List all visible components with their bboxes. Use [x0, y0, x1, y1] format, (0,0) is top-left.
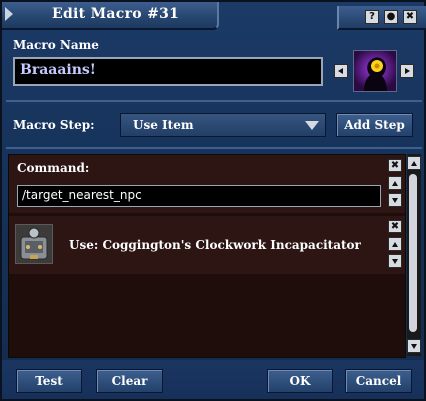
step-command-row[interactable]: Command: /target_nearest_npc ✖ [9, 155, 405, 213]
head-gear-icon [354, 51, 396, 91]
title-tab: Edit Macro #31 [2, 2, 219, 30]
arrow-up-icon [392, 242, 398, 247]
title-buttons: ? ● ✖ [337, 6, 426, 30]
macro-step-select[interactable]: Use Item [120, 113, 326, 137]
clear-button[interactable]: Clear [96, 369, 163, 393]
close-button[interactable]: ✖ [403, 10, 417, 24]
macro-name-label: Macro Name [13, 38, 99, 52]
remove-step-button[interactable]: ✖ [388, 159, 402, 172]
footer-bar: Test Clear OK Cancel [2, 360, 424, 399]
arrow-up-icon [411, 161, 417, 166]
arrow-down-icon [392, 259, 398, 264]
chevron-down-icon [305, 121, 319, 130]
icon-prev-button[interactable] [334, 64, 348, 78]
command-label: Command: [17, 161, 90, 175]
arrow-left-icon [338, 68, 343, 74]
macro-step-label: Macro Step: [13, 118, 95, 132]
arrow-up-icon [392, 181, 398, 186]
ok-button[interactable]: OK [267, 369, 333, 393]
arrow-down-icon [411, 344, 417, 349]
icon-next-button[interactable] [400, 64, 414, 78]
minimize-button[interactable]: ● [384, 10, 398, 24]
remove-step-button[interactable]: ✖ [388, 220, 402, 233]
move-step-up-button[interactable] [388, 176, 402, 190]
clockwork-item-icon [15, 224, 53, 264]
scroll-up-button[interactable] [407, 156, 421, 170]
command-input[interactable]: /target_nearest_npc [17, 185, 381, 207]
cancel-button[interactable]: Cancel [345, 369, 412, 393]
macro-steps-list: Command: /target_nearest_npc ✖ Use: Cogg… [8, 154, 406, 358]
scroll-down-button[interactable] [407, 339, 421, 353]
move-step-down-button[interactable] [388, 254, 402, 268]
macro-name-input[interactable]: Braaains! [13, 57, 323, 86]
add-step-button[interactable]: Add Step [336, 113, 413, 137]
divider [6, 100, 422, 102]
edit-macro-window: Edit Macro #31 ? ● ✖ Macro Name Braaains… [0, 0, 426, 401]
test-button[interactable]: Test [16, 369, 82, 393]
steps-scrollbar[interactable] [407, 154, 421, 356]
arrow-right-icon [405, 68, 410, 74]
window-title: Edit Macro #31 [52, 6, 180, 22]
use-item-label: Use: Coggington's Clockwork Incapacitato… [69, 238, 361, 252]
move-step-up-button[interactable] [388, 237, 402, 251]
arrow-down-icon [392, 198, 398, 203]
move-step-down-button[interactable] [388, 193, 402, 207]
macro-step-selected: Use Item [133, 118, 194, 132]
title-bar[interactable]: Edit Macro #31 ? ● ✖ [2, 2, 426, 30]
step-use-item-row[interactable]: Use: Coggington's Clockwork Incapacitato… [9, 216, 405, 274]
macro-icon[interactable] [353, 50, 397, 92]
scrollbar-thumb[interactable] [409, 174, 417, 332]
divider [6, 147, 422, 149]
help-button[interactable]: ? [365, 10, 379, 24]
collapse-arrow-icon[interactable] [5, 7, 13, 21]
